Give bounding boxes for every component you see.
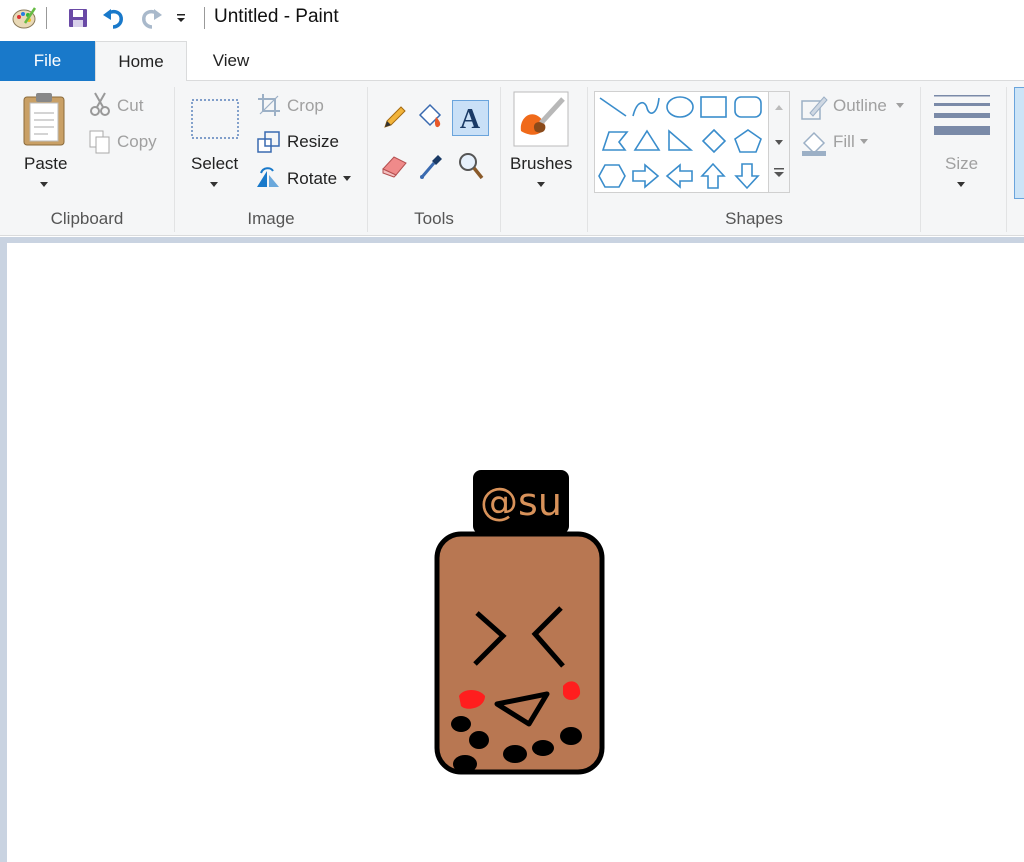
outline-button[interactable]: Outline [833, 96, 887, 116]
shape-curve-icon[interactable] [632, 97, 660, 117]
fill-button[interactable]: Fill [833, 132, 855, 152]
text-tool-icon[interactable]: A [452, 100, 489, 136]
paste-dropdown-caret[interactable] [40, 182, 48, 187]
shape-hexagon-icon[interactable] [598, 164, 626, 188]
gallery-expand-icon[interactable] [774, 168, 784, 177]
shape-pentagon-icon[interactable] [734, 129, 762, 153]
tab-file[interactable]: File [0, 41, 95, 81]
save-icon[interactable] [64, 4, 92, 32]
shape-rounded-rectangle-icon[interactable] [734, 96, 762, 118]
copy-button[interactable]: Copy [117, 132, 157, 152]
shape-diamond-icon[interactable] [701, 128, 727, 154]
pencil-icon[interactable] [381, 103, 409, 136]
shapes-gallery [594, 91, 770, 193]
select-icon[interactable] [191, 99, 239, 144]
fill-icon[interactable] [800, 129, 828, 162]
shape-right-arrow-icon[interactable] [632, 163, 660, 189]
gallery-scroll-down-icon[interactable] [775, 140, 783, 145]
cut-button[interactable]: Cut [117, 96, 143, 116]
shape-line-icon[interactable] [599, 97, 627, 117]
clipboard-group-label: Clipboard [50, 209, 124, 228]
size-button[interactable]: Size [945, 154, 978, 174]
boba-bottle-drawing: @su [434, 470, 605, 775]
shapes-group-label: Shapes [725, 209, 783, 228]
ribbon-tab-bar: File Home View [0, 41, 1024, 82]
select-dropdown-caret[interactable] [210, 182, 218, 187]
rotate-button[interactable]: Rotate [287, 169, 337, 189]
size-dropdown-caret[interactable] [957, 182, 965, 187]
redo-icon[interactable] [137, 4, 165, 32]
resize-icon[interactable] [257, 130, 281, 159]
color-picker-icon[interactable] [418, 151, 446, 186]
svg-text:A: A [460, 104, 481, 135]
rotate-dropdown-caret[interactable] [343, 176, 351, 181]
shape-right-triangle-icon[interactable] [668, 129, 694, 151]
resize-button[interactable]: Resize [287, 132, 339, 152]
shape-triangle-icon[interactable] [633, 129, 661, 151]
cap-text: @su [480, 480, 562, 524]
shape-down-arrow-icon[interactable] [734, 163, 760, 190]
window-title: Untitled - Paint [214, 6, 339, 27]
rotate-icon[interactable] [255, 165, 281, 194]
image-group-label: Image [247, 209, 295, 228]
customize-quick-access-icon[interactable] [167, 4, 195, 32]
cut-icon[interactable] [89, 91, 111, 122]
ribbon-home: Paste Cut Copy Clipboard Select Crop Res… [0, 81, 1024, 236]
outline-dropdown-caret[interactable] [896, 103, 904, 108]
tools-group-label: Tools [414, 209, 454, 228]
fill-with-color-icon[interactable] [416, 103, 446, 136]
shape-left-arrow-icon[interactable] [665, 163, 693, 189]
tab-home[interactable]: Home [95, 41, 187, 82]
paste-icon[interactable] [20, 91, 70, 152]
color-1-button[interactable] [1014, 87, 1024, 199]
select-button[interactable]: Select [191, 154, 238, 174]
shape-rectangle-icon[interactable] [700, 96, 727, 118]
canvas-workspace: @su [0, 237, 1024, 862]
title-separator [204, 7, 205, 29]
shapes-gallery-scroller [768, 91, 790, 193]
copy-icon[interactable] [88, 129, 112, 160]
crop-button[interactable]: Crop [287, 96, 324, 116]
fill-dropdown-caret[interactable] [860, 139, 868, 144]
shape-up-arrow-icon[interactable] [700, 162, 726, 189]
brushes-dropdown-caret[interactable] [537, 182, 545, 187]
drawing-canvas[interactable]: @su [7, 243, 1024, 862]
eraser-icon[interactable] [380, 151, 410, 184]
group-separator [920, 87, 921, 232]
right-blush [563, 681, 581, 700]
brushes-icon[interactable] [513, 91, 569, 152]
crop-icon[interactable] [257, 93, 281, 122]
tab-view[interactable]: View [190, 41, 272, 81]
magnifier-icon[interactable] [457, 151, 485, 186]
gallery-scroll-up-icon[interactable] [775, 105, 783, 110]
outline-icon[interactable] [800, 95, 828, 126]
quick-access-separator [46, 7, 47, 29]
title-bar: Untitled - Paint [0, 0, 1024, 36]
brushes-button[interactable]: Brushes [510, 154, 572, 174]
undo-icon[interactable] [100, 4, 128, 32]
group-separator [500, 87, 501, 232]
paint-app-icon[interactable] [10, 4, 38, 32]
group-separator [1006, 87, 1007, 232]
shape-oval-icon[interactable] [666, 96, 694, 118]
shape-polygon-icon[interactable] [601, 131, 629, 151]
paste-button[interactable]: Paste [24, 154, 67, 174]
size-icon[interactable] [934, 93, 990, 146]
